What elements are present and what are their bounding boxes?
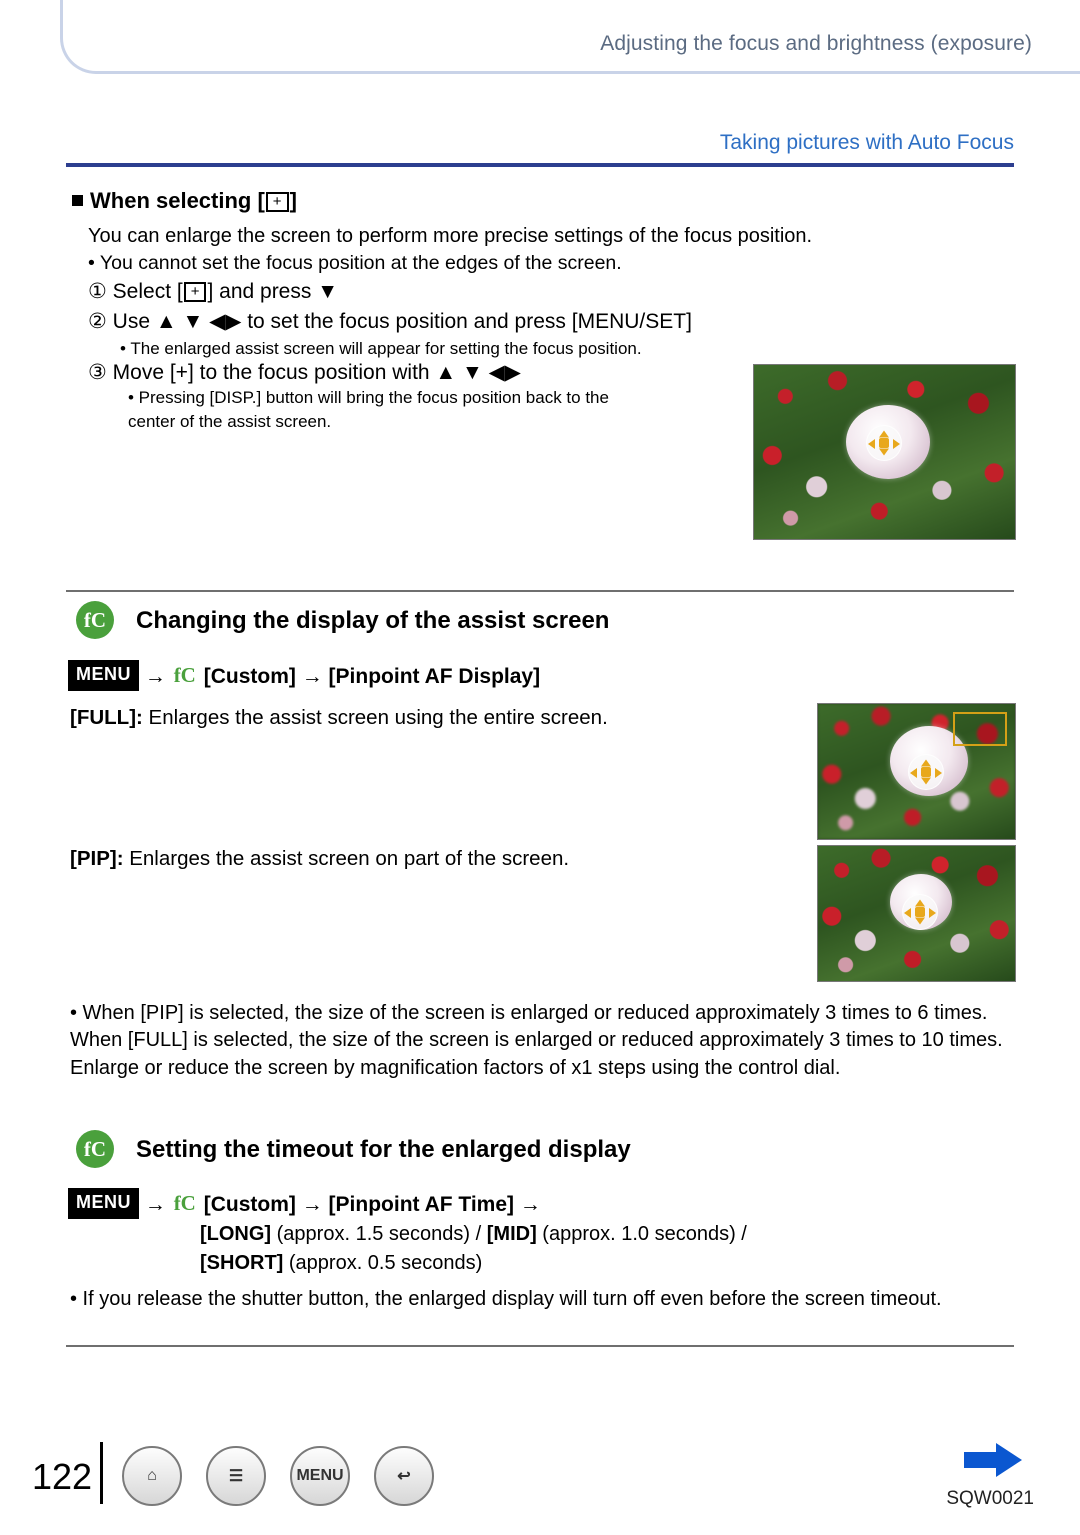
full-label: [FULL]: <box>70 706 143 729</box>
long-label: [LONG] <box>200 1223 272 1245</box>
short-value: (approx. 0.5 seconds) <box>283 1252 483 1274</box>
pinpoint-af-icon-step1: + <box>183 282 207 302</box>
pip-magnification-note: • When [PIP] is selected, the size of th… <box>70 1002 1003 1079</box>
custom-menu-badge-icon: fC <box>76 601 114 639</box>
square-bullet-icon <box>72 195 83 206</box>
next-page-arrow-icon[interactable] <box>964 1443 1022 1477</box>
assist-screen-photo-full <box>817 703 1016 840</box>
header-title: Adjusting the focus and brightness (expo… <box>600 32 1032 55</box>
home-icon: ⌂ <box>147 1467 157 1484</box>
menu-arrow-2b: → <box>301 1193 323 1216</box>
section-label: Taking pictures with Auto Focus <box>719 131 1014 154</box>
short-label: [SHORT] <box>200 1252 284 1274</box>
menu-custom-1: [Custom] <box>203 665 296 688</box>
step-3-note: • Pressing [DISP.] button will bring the… <box>128 386 728 434</box>
back-icon: ↩ <box>397 1468 411 1485</box>
step-3-note-line1: • Pressing [DISP.] button will bring the… <box>128 388 609 407</box>
pip-option-line: [PIP]: Enlarges the assist screen on par… <box>70 845 569 872</box>
menu-chip-2[interactable]: MENU <box>68 1188 139 1219</box>
assist-screen-photo-1 <box>753 364 1016 540</box>
mid-label: [MID] <box>486 1223 537 1245</box>
pip-text: Enlarges the assist screen on part of th… <box>123 847 570 870</box>
menu-path-display: MENU → fC [Custom] → [Pinpoint AF Displa… <box>68 660 540 691</box>
back-button[interactable]: ↩ <box>374 1446 434 1506</box>
list-button[interactable]: ☰ <box>206 1446 266 1506</box>
shutter-release-note: • If you release the shutter button, the… <box>70 1288 942 1310</box>
step-1-pre: ① Select [ <box>88 280 183 303</box>
section-divider-bottom <box>66 1345 1014 1347</box>
pinpoint-af-icon: + <box>265 192 289 212</box>
footer-divider <box>100 1442 103 1504</box>
menu-icon: MENU <box>296 1467 344 1484</box>
menu-path-timeout: MENU → fC [Custom] → [Pinpoint AF Time] … <box>68 1188 541 1219</box>
section-title-display: Changing the display of the assist scree… <box>136 607 610 634</box>
pip-label: [PIP]: <box>70 847 124 870</box>
home-button[interactable]: ⌂ <box>122 1446 182 1506</box>
step-2: ② Use ▲ ▼ ◀▶ to set the focus position a… <box>88 310 692 333</box>
menu-arrow-2c: → <box>519 1193 541 1216</box>
document-code: SQW0021 <box>946 1488 1034 1509</box>
step-3: ③ Move [+] to the focus position with ▲ … <box>88 361 521 384</box>
wrench-icon-2: fC <box>173 1191 196 1215</box>
section-title-timeout: Setting the timeout for the enlarged dis… <box>136 1136 631 1163</box>
dpad-cursor-icon <box>866 425 902 461</box>
menu-item-2: [Pinpoint AF Time] <box>328 1193 515 1216</box>
step-2-note: • The enlarged assist screen will appear… <box>120 339 642 358</box>
timeout-values-line-1: [LONG] (approx. 1.5 seconds) / [MID] (ap… <box>200 1221 747 1247</box>
menu-chip-1[interactable]: MENU <box>68 660 139 691</box>
menu-arrow-1b: → <box>301 665 323 688</box>
assist-screen-photo-pip <box>817 845 1016 982</box>
mid-value: (approx. 1.0 seconds) / <box>536 1223 747 1245</box>
when-selecting-text: When selecting [ <box>90 188 265 213</box>
page-number: 122 <box>32 1456 93 1497</box>
menu-item-1: [Pinpoint AF Display] <box>328 665 541 688</box>
position-indicator-box <box>953 712 1007 746</box>
custom-menu-badge-icon-2: fC <box>76 1130 114 1168</box>
dpad-cursor-icon-full <box>908 754 944 790</box>
edges-note: • You cannot set the focus position at t… <box>88 252 622 274</box>
wrench-icon-1: fC <box>173 663 196 687</box>
when-selecting-heading: When selecting [+] <box>72 186 297 215</box>
menu-button[interactable]: MENU <box>290 1446 350 1506</box>
menu-arrow-2: → <box>144 1193 166 1216</box>
full-text: Enlarges the assist screen using the ent… <box>142 706 608 729</box>
dpad-cursor-icon-pip <box>902 894 938 930</box>
section-divider-top <box>66 590 1014 592</box>
when-selecting-bracket-close: ] <box>289 188 297 213</box>
header-divider <box>66 163 1014 167</box>
timeout-values-line-2: [SHORT] (approx. 0.5 seconds) <box>200 1250 482 1276</box>
long-value: (approx. 1.5 seconds) / <box>271 1223 487 1245</box>
enlarge-description: You can enlarge the screen to perform mo… <box>88 225 813 247</box>
menu-custom-2: [Custom] <box>203 1193 296 1216</box>
full-option-line: [FULL]: Enlarges the assist screen using… <box>70 704 608 731</box>
list-icon: ☰ <box>228 1468 244 1485</box>
step-1: ① Select [+] and press ▼ <box>88 278 338 306</box>
menu-arrow-1: → <box>144 665 166 688</box>
step-3-note-line2: center of the assist screen. <box>128 411 332 431</box>
step-1-post: ] and press ▼ <box>207 280 338 303</box>
